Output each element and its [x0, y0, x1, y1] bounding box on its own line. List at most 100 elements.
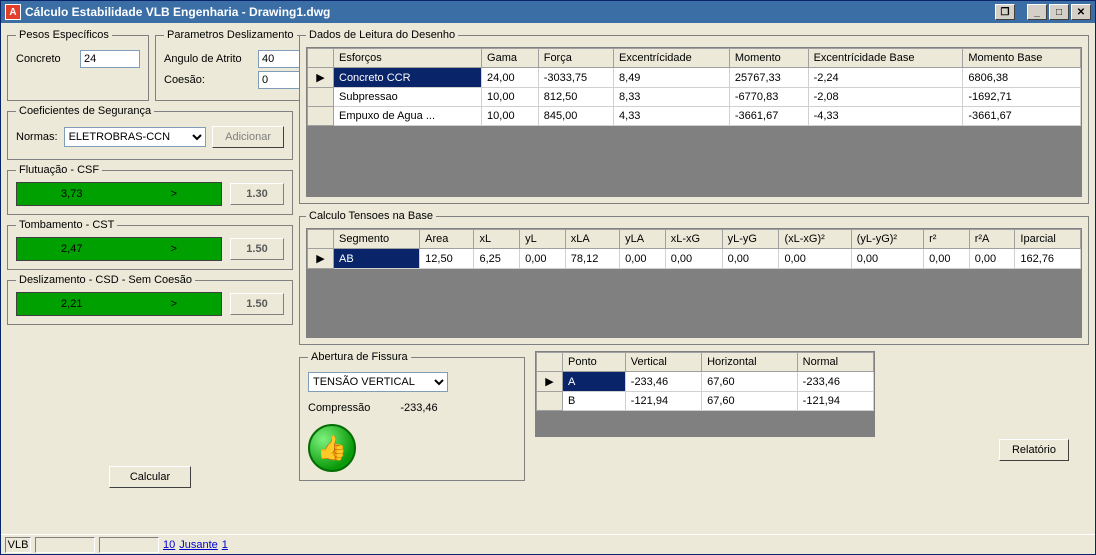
column-header[interactable]: yL-yG [722, 230, 779, 249]
table-cell[interactable]: AB [334, 249, 420, 269]
column-header[interactable] [308, 49, 334, 68]
table-cell[interactable]: A [563, 372, 626, 392]
status-link-1[interactable]: 1 [222, 539, 228, 551]
table-cell[interactable]: 162,76 [1015, 249, 1081, 269]
column-header[interactable]: yL [520, 230, 566, 249]
table-cell[interactable]: -1692,71 [963, 88, 1081, 107]
column-header[interactable]: r² [924, 230, 970, 249]
column-header[interactable]: Normal [797, 353, 873, 372]
row-header[interactable]: ▶ [308, 249, 334, 269]
fissura-select[interactable]: TENSÃO VERTICAL [308, 372, 448, 392]
maximize-button[interactable]: □ [1049, 4, 1069, 20]
column-header[interactable]: Gama [482, 49, 539, 68]
table-row[interactable]: Subpressao10,00812,508,33-6770,83-2,08-1… [308, 88, 1081, 107]
table-cell[interactable]: Subpressao [334, 88, 482, 107]
table-row[interactable]: B-121,9467,60-121,94 [537, 392, 874, 411]
column-header[interactable]: Momento [729, 49, 808, 68]
table-cell[interactable]: 67,60 [702, 392, 798, 411]
normas-select[interactable]: ELETROBRAS-CCN [64, 127, 207, 147]
table-cell[interactable]: 12,50 [420, 249, 474, 269]
column-header[interactable]: Iparcial [1015, 230, 1081, 249]
table-cell[interactable]: 0,00 [851, 249, 923, 269]
row-header[interactable] [537, 392, 563, 411]
table-cell[interactable]: Concreto CCR [334, 68, 482, 88]
status-link-10[interactable]: 10 [163, 539, 175, 551]
table-cell[interactable]: 8,49 [614, 68, 730, 88]
column-header[interactable]: r²A [969, 230, 1015, 249]
concreto-input[interactable] [80, 50, 140, 68]
column-header[interactable]: Esforços [334, 49, 482, 68]
table-row[interactable]: Empuxo de Agua ...10,00845,004,33-3661,6… [308, 107, 1081, 126]
column-header[interactable]: Segmento [334, 230, 420, 249]
column-header[interactable]: yLA [620, 230, 666, 249]
table-cell[interactable]: 78,12 [565, 249, 619, 269]
table-cell[interactable]: 4,33 [614, 107, 730, 126]
table-cell[interactable]: -2,08 [808, 88, 963, 107]
table-cell[interactable]: 10,00 [482, 88, 539, 107]
column-header[interactable]: xL-xG [665, 230, 722, 249]
table-cell[interactable]: 67,60 [702, 372, 798, 392]
table-row[interactable]: ▶AB12,506,250,0078,120,000,000,000,000,0… [308, 249, 1081, 269]
column-header[interactable] [308, 230, 334, 249]
table-cell[interactable]: 0,00 [520, 249, 566, 269]
table-cell[interactable]: -4,33 [808, 107, 963, 126]
table-cell[interactable]: 0,00 [620, 249, 666, 269]
column-header[interactable]: Area [420, 230, 474, 249]
column-header[interactable]: Ponto [563, 353, 626, 372]
table-cell[interactable]: 0,00 [779, 249, 851, 269]
table-cell[interactable]: 0,00 [665, 249, 722, 269]
column-header[interactable] [537, 353, 563, 372]
angulo-input[interactable] [258, 50, 304, 68]
table-cell[interactable]: -6770,83 [729, 88, 808, 107]
column-header[interactable]: Horizontal [702, 353, 798, 372]
row-header[interactable] [308, 107, 334, 126]
table-cell[interactable]: B [563, 392, 626, 411]
status-link-jusante[interactable]: Jusante [179, 539, 218, 551]
column-header[interactable]: Excentrícidade Base [808, 49, 963, 68]
column-header[interactable]: Excentrícidade [614, 49, 730, 68]
row-header[interactable] [308, 88, 334, 107]
table-cell[interactable]: 0,00 [924, 249, 970, 269]
table-cell[interactable]: -3661,67 [963, 107, 1081, 126]
column-header[interactable]: Momento Base [963, 49, 1081, 68]
table-cell[interactable]: -3033,75 [538, 68, 613, 88]
table-row[interactable]: ▶Concreto CCR24,00-3033,758,4925767,33-2… [308, 68, 1081, 88]
table-cell[interactable]: 6,25 [474, 249, 520, 269]
table-cell[interactable]: -233,46 [797, 372, 873, 392]
close-button[interactable]: ✕ [1071, 4, 1091, 20]
row-header[interactable]: ▶ [537, 372, 563, 392]
table-cell[interactable]: -121,94 [625, 392, 701, 411]
table-cell[interactable]: 25767,33 [729, 68, 808, 88]
calcular-button[interactable]: Calcular [109, 466, 191, 488]
table-cell[interactable]: -2,24 [808, 68, 963, 88]
column-header[interactable]: xLA [565, 230, 619, 249]
table-cell[interactable]: 0,00 [969, 249, 1015, 269]
column-header[interactable]: (yL-yG)² [851, 230, 923, 249]
dados-grid[interactable]: EsforçosGamaForçaExcentrícidadeMomentoEx… [307, 48, 1081, 126]
minimize-button[interactable]: _ [1027, 4, 1047, 20]
table-cell[interactable]: 8,33 [614, 88, 730, 107]
table-cell[interactable]: Empuxo de Agua ... [334, 107, 482, 126]
column-header[interactable]: Força [538, 49, 613, 68]
row-header[interactable]: ▶ [308, 68, 334, 88]
table-cell[interactable]: -121,94 [797, 392, 873, 411]
table-cell[interactable]: 0,00 [722, 249, 779, 269]
table-cell[interactable]: 6806,38 [963, 68, 1081, 88]
cst-value: 2,47 [61, 243, 82, 255]
table-cell[interactable]: -3661,67 [729, 107, 808, 126]
adicionar-button[interactable]: Adicionar [212, 126, 284, 148]
table-row[interactable]: ▶A-233,4667,60-233,46 [537, 372, 874, 392]
table-cell[interactable]: 24,00 [482, 68, 539, 88]
pontos-grid[interactable]: PontoVerticalHorizontalNormal▶A-233,4667… [536, 352, 874, 411]
restore-button-extra[interactable]: ❐ [995, 4, 1015, 20]
column-header[interactable]: Vertical [625, 353, 701, 372]
table-cell[interactable]: -233,46 [625, 372, 701, 392]
table-cell[interactable]: 10,00 [482, 107, 539, 126]
table-cell[interactable]: 845,00 [538, 107, 613, 126]
coesao-input[interactable] [258, 71, 304, 89]
table-cell[interactable]: 812,50 [538, 88, 613, 107]
column-header[interactable]: xL [474, 230, 520, 249]
column-header[interactable]: (xL-xG)² [779, 230, 851, 249]
tensoes-grid[interactable]: SegmentoAreaxLyLxLAyLAxL-xGyL-yG(xL-xG)²… [307, 229, 1081, 269]
relatorio-button[interactable]: Relatório [999, 439, 1069, 461]
